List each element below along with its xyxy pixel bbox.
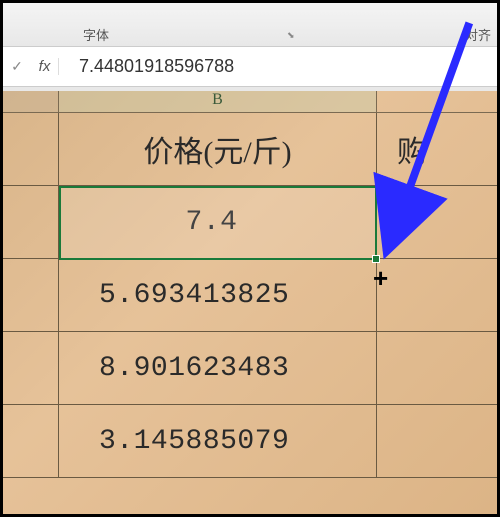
worksheet[interactable]: B 价格(元/斤) 购 7.4 5.693413825	[3, 91, 497, 514]
cell[interactable]	[3, 186, 59, 259]
cell[interactable]	[377, 259, 497, 332]
ribbon-group-font[interactable]: 字体	[83, 25, 109, 44]
column-header-a[interactable]	[3, 91, 59, 113]
cell[interactable]	[3, 332, 59, 405]
cell-purchase-header[interactable]: 购	[377, 113, 497, 186]
cell[interactable]	[377, 186, 497, 259]
grid: 价格(元/斤) 购 7.4 5.693413825 8.901623483	[3, 113, 497, 478]
table-row: 3.145885079	[3, 405, 497, 478]
check-icon[interactable]: ✓	[3, 58, 31, 75]
screenshot-frame: { "ribbon": { "font_group_label": "字体", …	[0, 0, 500, 517]
formula-input[interactable]: 7.44801918596788	[59, 56, 497, 77]
cell-b3[interactable]: 5.693413825	[59, 259, 377, 332]
column-header-c[interactable]	[377, 91, 497, 113]
table-row: 5.693413825	[3, 259, 497, 332]
cell-b4[interactable]: 8.901623483	[59, 332, 377, 405]
cell[interactable]	[3, 405, 59, 478]
cell[interactable]	[377, 405, 497, 478]
fx-button[interactable]: fx	[31, 58, 59, 75]
cell[interactable]	[3, 259, 59, 332]
cell[interactable]	[3, 113, 59, 186]
ribbon-group-align[interactable]: 对齐	[465, 25, 491, 44]
cell-b5[interactable]: 3.145885079	[59, 405, 377, 478]
column-header-b[interactable]: B	[59, 91, 377, 113]
column-header-row: B	[3, 91, 497, 113]
table-row: 价格(元/斤) 购	[3, 113, 497, 186]
table-row: 8.901623483	[3, 332, 497, 405]
table-row: 7.4	[3, 186, 497, 259]
cell-b2[interactable]: 7.4	[59, 186, 377, 259]
cell-price-header[interactable]: 价格(元/斤)	[59, 113, 377, 186]
formula-bar: ✓ fx 7.44801918596788	[3, 47, 497, 87]
dialog-launcher-icon[interactable]: ⬊	[287, 30, 297, 40]
ribbon: 字体 ⬊ 对齐	[3, 3, 497, 47]
cell[interactable]	[377, 332, 497, 405]
